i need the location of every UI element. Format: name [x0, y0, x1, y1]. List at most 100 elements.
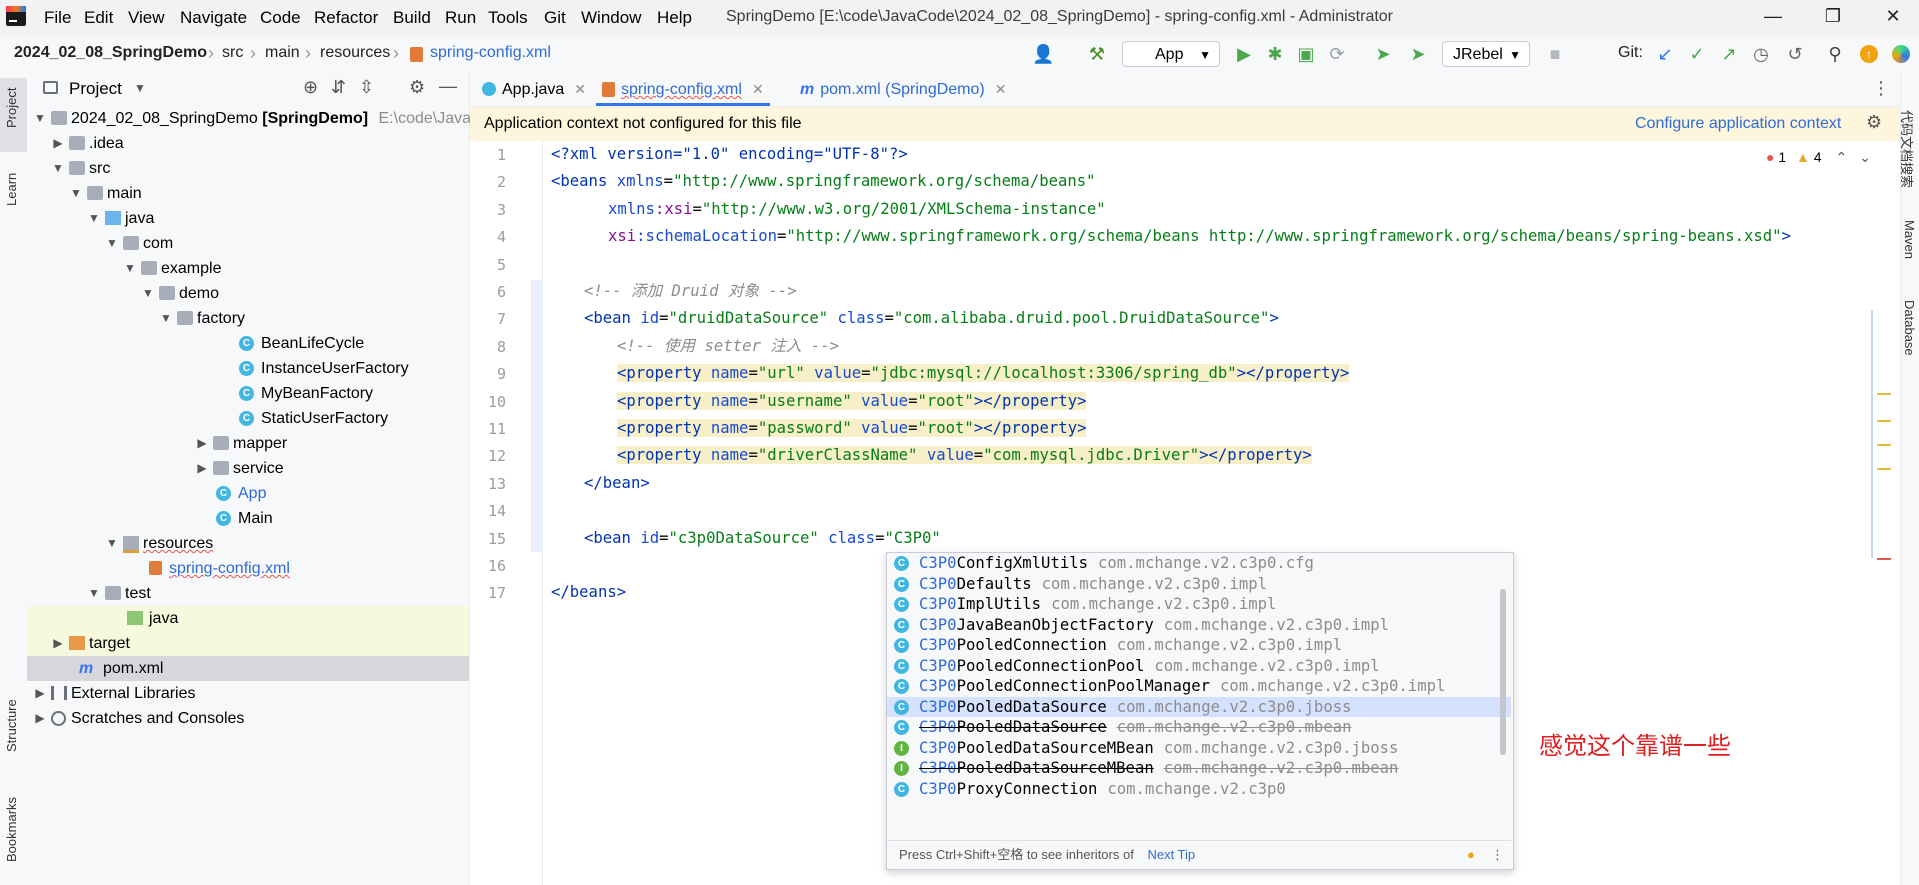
configure-context-link[interactable]: Configure application context [1635, 115, 1841, 133]
tree-item-resources[interactable]: ▼ resources [27, 531, 469, 556]
completion-list[interactable]: C C3P0ConfigXmlUtils com.mchange.v2.c3p0.c… [887, 553, 1511, 839]
code-line[interactable]: </beans> [551, 579, 626, 606]
gear-icon[interactable]: ⚙ [1866, 112, 1882, 133]
chevron-down-icon[interactable]: ▼ [51, 156, 65, 181]
tree-item-class[interactable]: C StaticUserFactory [27, 406, 469, 431]
git-commit-icon[interactable]: ✓ [1686, 44, 1708, 65]
warning-marker[interactable] [1877, 444, 1891, 446]
tree-item-idea[interactable]: ▶ .idea [27, 131, 469, 156]
jrebel-run-icon[interactable]: ➤ [1372, 44, 1394, 65]
debug-icon[interactable]: ✱ [1264, 44, 1286, 65]
plugin-icon[interactable] [1892, 45, 1910, 63]
maven-tool-label[interactable]: Maven [1902, 220, 1917, 259]
menu-build[interactable]: Build [393, 8, 431, 28]
project-panel-title[interactable]: Project [69, 79, 122, 99]
code-line[interactable]: <beans xmlns="http://www.springframework… [551, 168, 1096, 195]
completion-item[interactable]: C C3P0PooledConnectionPool com.mchange.v2.… [887, 656, 1511, 677]
line-number[interactable]: 17 [470, 584, 506, 602]
chevron-right-icon[interactable]: ▶ [33, 706, 47, 731]
tree-item-app[interactable]: C App [27, 481, 469, 506]
tree-item-java[interactable]: ▼ java [27, 206, 469, 231]
tree-item-mapper[interactable]: ▶ mapper [27, 431, 469, 456]
chevron-right-icon[interactable]: ▶ [195, 456, 209, 481]
line-number[interactable]: 15 [470, 530, 506, 548]
chevron-right-icon[interactable]: ▶ [51, 631, 65, 656]
project-tool-label[interactable]: Project [4, 88, 19, 128]
completion-item[interactable]: I C3P0PooledDataSourceMBean com.mchange.v2… [887, 758, 1511, 779]
code-line[interactable]: <property name="url" value="jdbc:mysql:/… [617, 360, 1350, 387]
tree-item-demo[interactable]: ▼ demo [27, 281, 469, 306]
tree-item-main[interactable]: ▼ main [27, 181, 469, 206]
completion-item[interactable]: C C3P0JavaBeanObjectFactory com.mchange.v2… [887, 615, 1511, 636]
bookmarks-tool-label[interactable]: Bookmarks [4, 797, 19, 862]
locate-icon[interactable]: ⊕ [303, 77, 318, 98]
close-tab-icon[interactable]: ✕ [995, 81, 1007, 97]
breadcrumb-file[interactable]: spring-config.xml [430, 44, 551, 62]
warning-marker[interactable] [1877, 468, 1891, 470]
tree-item-test-java[interactable]: java [27, 606, 469, 631]
tree-item-class[interactable]: C InstanceUserFactory [27, 356, 469, 381]
menu-tools[interactable]: Tools [488, 8, 528, 28]
build-hammer-icon[interactable]: ⚒ [1086, 44, 1108, 65]
code-completion-popup[interactable]: C C3P0ConfigXmlUtils com.mchange.v2.c3p0.c… [886, 552, 1514, 870]
chevron-down-icon[interactable]: ▼ [159, 306, 173, 331]
menu-help[interactable]: Help [657, 8, 692, 28]
code-line[interactable]: <property name="username" value="root"><… [617, 388, 1087, 415]
line-number[interactable]: 16 [470, 557, 506, 575]
tab-pom-xml[interactable]: m pom.xml (SpringDemo) ✕ [800, 72, 1006, 106]
learn-tool-label[interactable]: Learn [4, 173, 19, 206]
menu-git[interactable]: Git [544, 8, 566, 28]
collapse-all-icon[interactable]: ⇳ [359, 77, 374, 98]
jrebel-select[interactable]: JRebel ▼ [1442, 41, 1530, 67]
inspection-widget[interactable]: ● 1 ▲ 4 ⌃ ⌄ [1766, 149, 1871, 166]
warning-marker[interactable] [1877, 420, 1891, 422]
menu-edit[interactable]: Edit [84, 8, 113, 28]
run-icon[interactable]: ▶ [1233, 44, 1255, 65]
breadcrumb-main[interactable]: main [265, 44, 300, 62]
breadcrumb-src[interactable]: src [222, 44, 243, 62]
menu-navigate[interactable]: Navigate [180, 8, 247, 28]
next-tip-link[interactable]: Next Tip [1147, 847, 1195, 862]
rollback-icon[interactable]: ↺ [1784, 44, 1806, 65]
close-tab-icon[interactable]: ✕ [752, 81, 764, 97]
menu-refactor[interactable]: Refactor [314, 8, 378, 28]
hide-panel-icon[interactable]: — [439, 76, 457, 97]
tree-item-external-libraries[interactable]: ▶ External Libraries [27, 681, 469, 706]
tab-spring-config[interactable]: spring-config.xml ✕ [596, 72, 770, 106]
menu-code[interactable]: Code [260, 8, 301, 28]
tree-item-spring-config[interactable]: spring-config.xml [27, 556, 469, 581]
stop-icon[interactable]: ■ [1544, 44, 1566, 65]
update-icon[interactable]: ↑ [1860, 45, 1878, 63]
gear-icon[interactable]: ⚙ [409, 77, 425, 98]
error-marker[interactable] [1877, 558, 1891, 560]
code-line[interactable]: xmlns:xsi="http://www.w3.org/2001/XMLSch… [608, 196, 1106, 223]
jrebel-debug-icon[interactable]: ➤ [1407, 44, 1429, 65]
chevron-right-icon[interactable]: ▶ [195, 431, 209, 456]
tree-item-class[interactable]: C BeanLifeCycle [27, 331, 469, 356]
breadcrumb-project[interactable]: 2024_02_08_SpringDemo [14, 44, 207, 62]
more-tabs-icon[interactable]: ⋮ [1872, 78, 1890, 99]
completion-item[interactable]: C C3P0PooledDataSource com.mchange.v2.c3p0… [887, 696, 1511, 717]
completion-item[interactable]: C C3P0ConfigXmlUtils com.mchange.v2.c3p0.c… [887, 553, 1511, 574]
line-number[interactable]: 3 [470, 201, 506, 219]
tree-item-test[interactable]: ▼ test [27, 581, 469, 606]
git-push-icon[interactable]: ↗ [1718, 44, 1740, 65]
chevron-down-icon[interactable]: ▼ [69, 181, 83, 206]
chevron-down-icon[interactable]: ▼ [87, 581, 101, 606]
code-line[interactable]: <?xml version="1.0" encoding="UTF-8"?> [551, 141, 908, 168]
chevron-down-icon[interactable]: ▼ [105, 231, 119, 256]
menu-run[interactable]: Run [445, 8, 476, 28]
tree-item-factory[interactable]: ▼ factory [27, 306, 469, 331]
tree-item-root[interactable]: ▼ 2024_02_08_SpringDemo [SpringDemo] E:\… [27, 106, 471, 131]
tab-app-java[interactable]: App.java ✕ [482, 72, 586, 106]
code-line[interactable]: <!-- 添加 Druid 对象 --> [584, 278, 797, 305]
tree-item-service[interactable]: ▶ service [27, 456, 469, 481]
completion-item[interactable]: C C3P0PooledConnectionPoolManager com.mcha… [887, 676, 1511, 697]
tree-item-scratches[interactable]: ▶ Scratches and Consoles [27, 706, 469, 731]
profile-icon[interactable]: ⟳ [1326, 44, 1348, 65]
tree-item-class[interactable]: C MyBeanFactory [27, 381, 469, 406]
editor-scrollbar[interactable] [1871, 310, 1873, 558]
history-icon[interactable]: ◷ [1750, 44, 1772, 65]
completion-item[interactable]: I C3P0PooledDataSourceMBean com.mchange.v2… [887, 738, 1511, 759]
completion-item[interactable]: C C3P0Defaults com.mchange.v2.c3p0.impl [887, 574, 1511, 595]
